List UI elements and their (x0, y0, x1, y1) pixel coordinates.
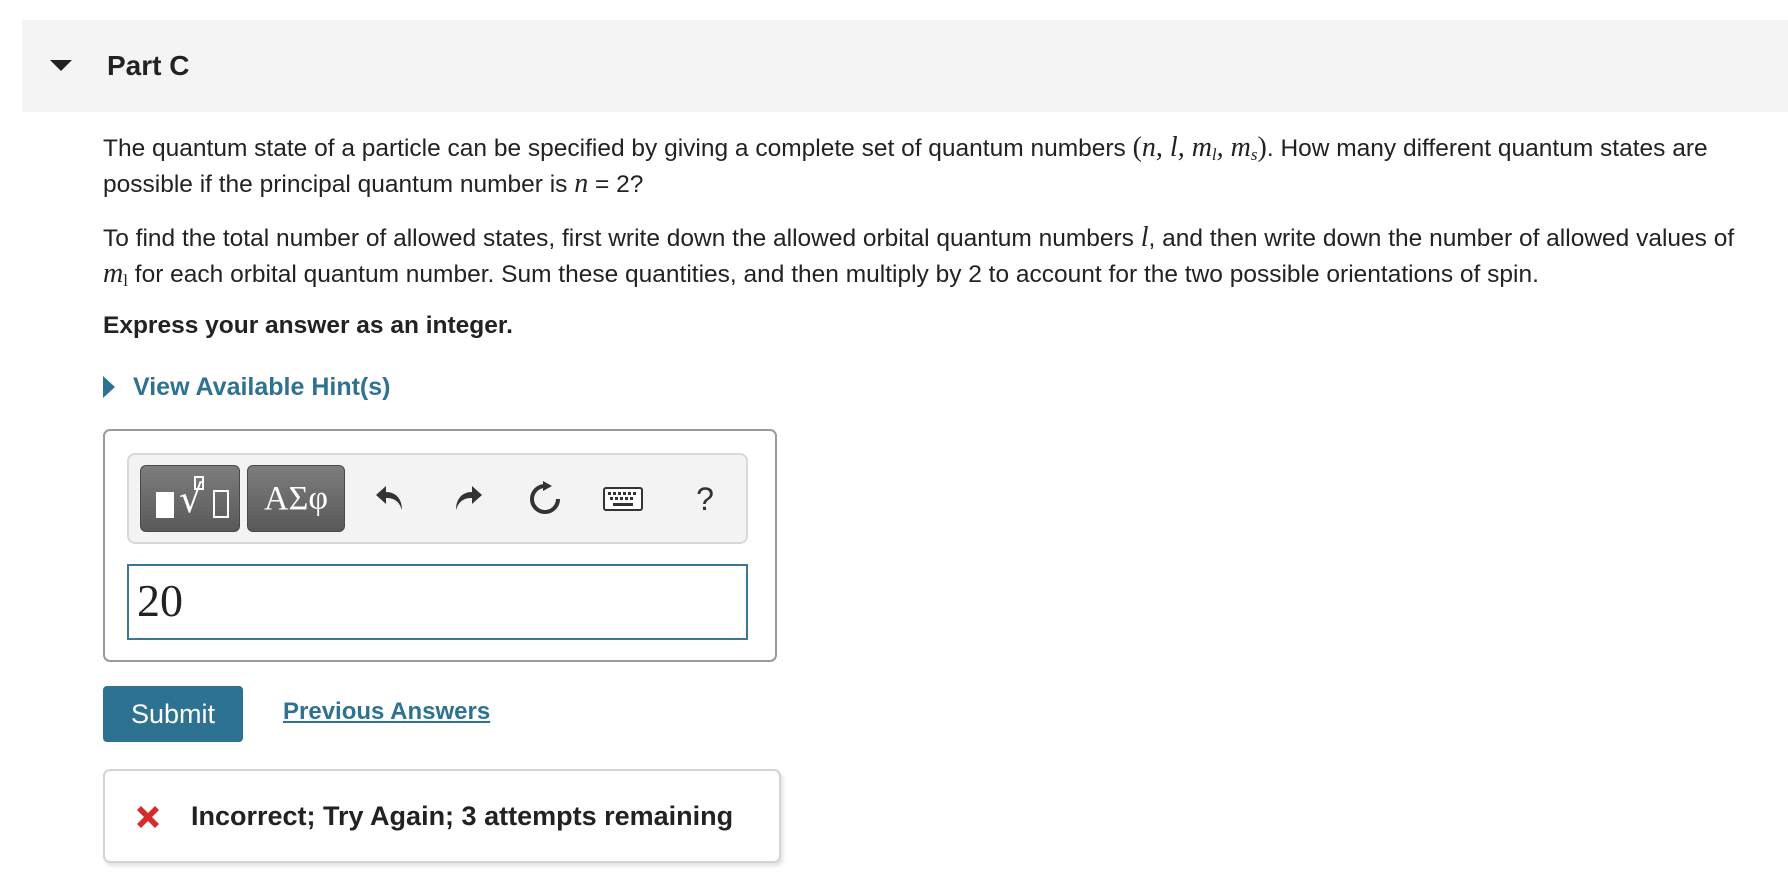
math-toolbar: √ ΑΣφ ? (127, 453, 748, 544)
template-block-icon (156, 492, 174, 518)
help-icon[interactable]: ? (681, 475, 729, 523)
incorrect-x-icon (137, 806, 159, 828)
submit-button[interactable]: Submit (103, 686, 243, 742)
feedback-box: Incorrect; Try Again; 3 attempts remaini… (103, 769, 781, 863)
ml-m: m (103, 258, 124, 289)
previous-answers-link[interactable]: Previous Answers (283, 696, 490, 728)
greek-symbols-button[interactable]: ΑΣφ (247, 465, 345, 532)
part-title: Part C (107, 50, 190, 81)
guidance-text-part: , and then write down the number of allo… (1148, 225, 1735, 252)
view-hints-toggle[interactable]: View Available Hint(s) (103, 370, 390, 404)
ml-math: ml (103, 258, 128, 289)
collapse-arrow-icon[interactable] (50, 60, 72, 71)
sqrt-icon: √ (179, 477, 204, 521)
question-text-part: The quantum state of a particle can be s… (103, 135, 1133, 162)
question-content: The quantum state of a particle can be s… (103, 130, 1763, 342)
question-guidance: To find the total number of allowed stat… (103, 220, 1763, 292)
question-text-part: = 2? (588, 171, 644, 198)
guidance-text-part: To find the total number of allowed stat… (103, 225, 1141, 252)
template-box-icon (213, 490, 229, 518)
page: Part C The quantum state of a particle c… (0, 0, 1788, 886)
subscript-s: s (1250, 145, 1258, 164)
undo-icon[interactable] (367, 475, 415, 523)
part-header[interactable]: Part C (22, 20, 1788, 112)
quantum-numbers-math: (n, l, ml, ms) (1132, 132, 1267, 164)
orbital-l-math: l (1140, 222, 1149, 253)
question-text: The quantum state of a particle can be s… (103, 130, 1763, 202)
feedback-text: Incorrect; Try Again; 3 attempts remaini… (191, 801, 734, 831)
keyboard-icon[interactable] (599, 475, 647, 523)
answer-input[interactable]: 20 (127, 564, 748, 640)
reset-icon[interactable] (521, 475, 569, 523)
redo-icon[interactable] (443, 475, 491, 523)
guidance-text-part: for each orbital quantum number. Sum the… (127, 261, 1539, 288)
expand-arrow-icon (103, 376, 115, 398)
answer-instruction: Express your answer as an integer. (103, 312, 513, 339)
templates-button[interactable]: √ (140, 465, 240, 532)
principal-n-math: n (574, 168, 589, 199)
view-hints-link[interactable]: View Available Hint(s) (133, 373, 390, 402)
answer-box: √ ΑΣφ ? 20 (103, 429, 777, 662)
